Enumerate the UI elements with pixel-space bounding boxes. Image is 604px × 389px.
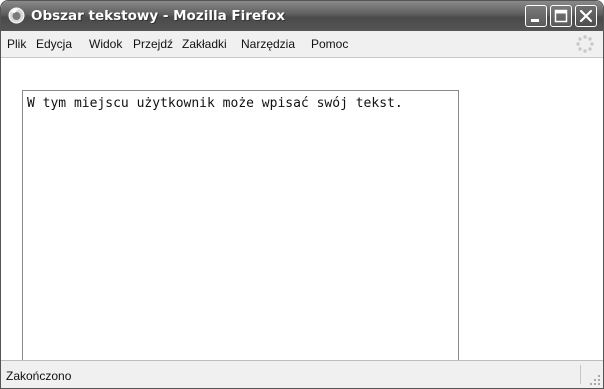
menu-edycja[interactable]: Edycja (36, 37, 72, 51)
throbber-icon (576, 35, 594, 53)
menu-bar: Plik Edycja Widok Przejdź Zakładki Narzę… (1, 31, 603, 58)
text-area[interactable]: W tym miejscu użytkownik może wpisać swó… (22, 90, 459, 376)
menu-pomoc[interactable]: Pomoc (311, 37, 348, 51)
maximize-button[interactable] (550, 5, 572, 27)
close-button[interactable] (575, 5, 597, 27)
window-title: Obszar tekstowy - Mozilla Firefox (31, 8, 285, 24)
minimize-button[interactable] (525, 5, 547, 27)
resize-grip-icon[interactable] (587, 372, 601, 386)
status-text: Zakończono (6, 369, 72, 383)
menu-zakladki[interactable]: Zakładki (182, 37, 227, 51)
close-icon (579, 9, 593, 23)
menu-narzedzia[interactable]: Narzędzia (241, 37, 295, 51)
menu-przejdz[interactable]: Przejdź (133, 37, 173, 51)
menu-plik[interactable]: Plik (7, 37, 26, 51)
title-bar[interactable]: Obszar tekstowy - Mozilla Firefox (1, 1, 603, 31)
minimize-icon (531, 19, 539, 22)
menu-widok[interactable]: Widok (89, 37, 122, 51)
status-bar: Zakończono (1, 360, 603, 388)
status-divider (580, 365, 581, 384)
maximize-icon (554, 9, 568, 23)
browser-window: Obszar tekstowy - Mozilla Firefox Plik E… (0, 0, 604, 389)
firefox-logo-icon (8, 7, 25, 24)
page-content: W tym miejscu użytkownik może wpisać swó… (1, 58, 603, 376)
